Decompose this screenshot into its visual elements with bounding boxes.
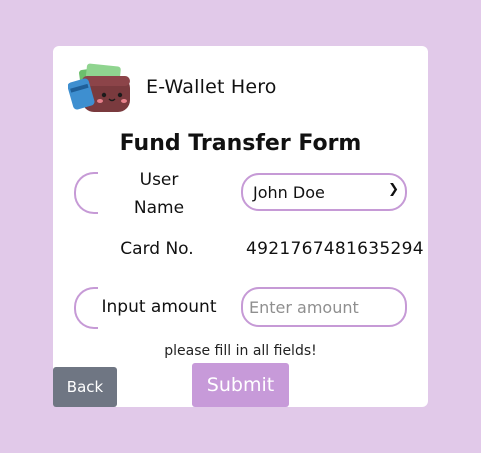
user-label-line1: User (139, 170, 179, 190)
amount-label: Input amount (101, 297, 217, 317)
submit-button[interactable]: Submit (192, 363, 289, 407)
card-number-value: 4921767481635294 (246, 239, 424, 259)
user-select[interactable]: John Doe ❯ (241, 173, 407, 211)
chevron-down-icon: ❯ (388, 182, 399, 197)
user-name-label: User Name (110, 166, 208, 222)
back-button[interactable]: Back (53, 367, 117, 407)
user-label-line2: Name (133, 198, 185, 218)
app-name: E-Wallet Hero (146, 76, 277, 98)
form-title: Fund Transfer Form (119, 131, 362, 156)
wallet-mascot-icon (68, 63, 130, 112)
amount-input[interactable]: Enter amount (241, 287, 407, 327)
amount-placeholder: Enter amount (249, 298, 359, 317)
validation-message: please fill in all fields! (164, 343, 317, 359)
user-select-value: John Doe (253, 183, 325, 202)
card-number-label: Card No. (120, 239, 194, 259)
